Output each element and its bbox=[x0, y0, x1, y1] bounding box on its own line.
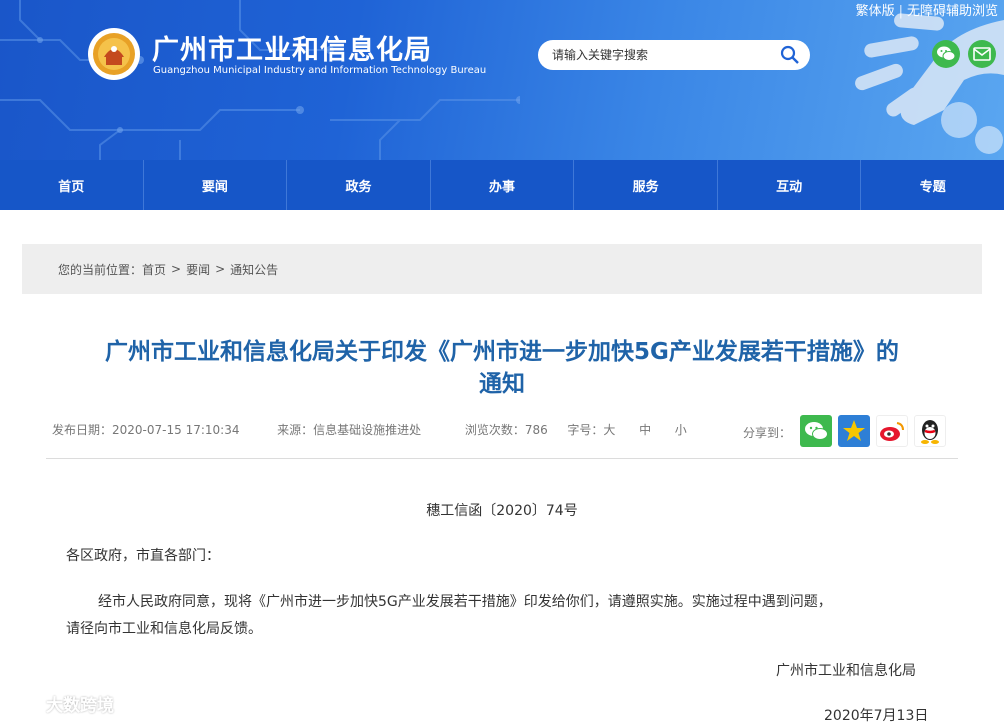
bureau-logo[interactable] bbox=[88, 28, 140, 80]
nav-item-services[interactable]: 服务 bbox=[574, 160, 718, 210]
article-title: 广州市工业和信息化局关于印发《广州市进一步加快5G产业发展若干措施》的 通知 bbox=[40, 336, 964, 400]
breadcrumb: 您的当前位置： 首页 > 要闻 > 通知公告 bbox=[22, 244, 982, 294]
wechat-icon bbox=[937, 46, 956, 61]
nav-item-interaction[interactable]: 互动 bbox=[718, 160, 862, 210]
site-subtitle: Guangzhou Municipal Industry and Informa… bbox=[153, 65, 487, 76]
signature-date: 2020年7月13日 bbox=[824, 708, 929, 724]
article-meta: 发布日期：2020-07-15 17:10:34 来源：信息基础设施推进处 浏览… bbox=[52, 421, 687, 438]
breadcrumb-home[interactable]: 首页 bbox=[142, 261, 166, 278]
wechat-top-button[interactable] bbox=[932, 40, 960, 68]
breadcrumb-news[interactable]: 要闻 bbox=[186, 261, 210, 278]
share-label: 分享到： bbox=[743, 426, 792, 440]
top-links-separator: | bbox=[898, 4, 903, 19]
font-size-medium[interactable]: 中 bbox=[639, 423, 651, 437]
font-size-large[interactable]: 大 bbox=[603, 423, 615, 437]
share-weibo-button[interactable] bbox=[876, 415, 908, 447]
traditional-chinese-link[interactable]: 繁体版 bbox=[856, 4, 895, 19]
site-header: 繁体版 | 无障碍辅助浏览 广州市工业和信息化局 Guangzhou Municip… bbox=[0, 0, 1004, 160]
breadcrumb-notices[interactable]: 通知公告 bbox=[230, 261, 278, 278]
breadcrumb-prefix: 您的当前位置： bbox=[58, 262, 143, 277]
search-icon bbox=[780, 45, 799, 64]
source: 信息基础设施推进处 bbox=[313, 423, 422, 437]
article-title-line-2: 通知 bbox=[479, 371, 525, 397]
breadcrumb-separator: > bbox=[215, 262, 226, 276]
mail-icon bbox=[973, 47, 991, 61]
article-title-line-1: 广州市工业和信息化局关于印发《广州市进一步加快5G产业发展若干措施》的 bbox=[105, 339, 899, 365]
content-area: 您的当前位置： 首页 > 要闻 > 通知公告 广州市工业和信息化局关于印发《广州… bbox=[0, 210, 1004, 728]
wechat-icon bbox=[805, 422, 828, 440]
bureau-emblem-icon bbox=[93, 33, 135, 75]
main-nav: 首页 要闻 政务 办事 服务 互动 专题 bbox=[0, 160, 1004, 210]
font-size-small[interactable]: 小 bbox=[675, 423, 687, 437]
salutation: 各区政府，市直各部门： bbox=[66, 548, 220, 564]
share-wechat-button[interactable] bbox=[800, 415, 832, 447]
nav-item-home[interactable]: 首页 bbox=[0, 160, 144, 210]
font-size-label: 字号： bbox=[567, 423, 604, 437]
accessible-browse-link[interactable]: 无障碍辅助浏览 bbox=[907, 4, 998, 19]
meta-divider bbox=[46, 458, 958, 459]
body-line-1: 经市人民政府同意，现将《广州市进一步加快5G产业发展若干措施》印发给你们，请遵照… bbox=[98, 594, 832, 610]
email-top-button[interactable] bbox=[968, 40, 996, 68]
nav-item-services-handling[interactable]: 办事 bbox=[431, 160, 575, 210]
views-label: 浏览次数： bbox=[464, 423, 525, 437]
nav-item-government-affairs[interactable]: 政务 bbox=[287, 160, 431, 210]
share-qq-button[interactable] bbox=[914, 415, 946, 447]
qq-penguin-icon bbox=[921, 420, 939, 444]
search-button[interactable] bbox=[780, 45, 800, 69]
views-count: 786 bbox=[524, 423, 548, 437]
share-qzone-button[interactable] bbox=[838, 415, 870, 447]
robot-hand-illustration bbox=[855, 13, 1004, 154]
publish-date: 2020-07-15 17:10:34 bbox=[112, 423, 240, 437]
circuit-background bbox=[0, 0, 520, 160]
watermark-logo-icon bbox=[8, 696, 44, 711]
signature: 广州市工业和信息化局 bbox=[776, 663, 916, 679]
document-number: 穗工信函〔2020〕74号 bbox=[426, 503, 578, 519]
search-box bbox=[538, 40, 810, 70]
star-icon bbox=[843, 420, 865, 441]
top-links: 繁体版 | 无障碍辅助浏览 bbox=[856, 0, 998, 19]
breadcrumb-separator: > bbox=[171, 262, 182, 276]
weibo-icon bbox=[880, 422, 904, 441]
site-title[interactable]: 广州市工业和信息化局 bbox=[152, 28, 432, 67]
watermark-text: 大数跨境 bbox=[46, 696, 114, 716]
source-label: 来源： bbox=[277, 423, 314, 437]
watermark: 大数跨境 bbox=[6, 691, 114, 716]
search-input[interactable] bbox=[550, 47, 774, 63]
body-line-2: 请径向市工业和信息化局反馈。 bbox=[66, 621, 262, 637]
nav-item-topics[interactable]: 专题 bbox=[861, 160, 1004, 210]
nav-item-news[interactable]: 要闻 bbox=[144, 160, 288, 210]
publish-date-label: 发布日期： bbox=[52, 423, 113, 437]
